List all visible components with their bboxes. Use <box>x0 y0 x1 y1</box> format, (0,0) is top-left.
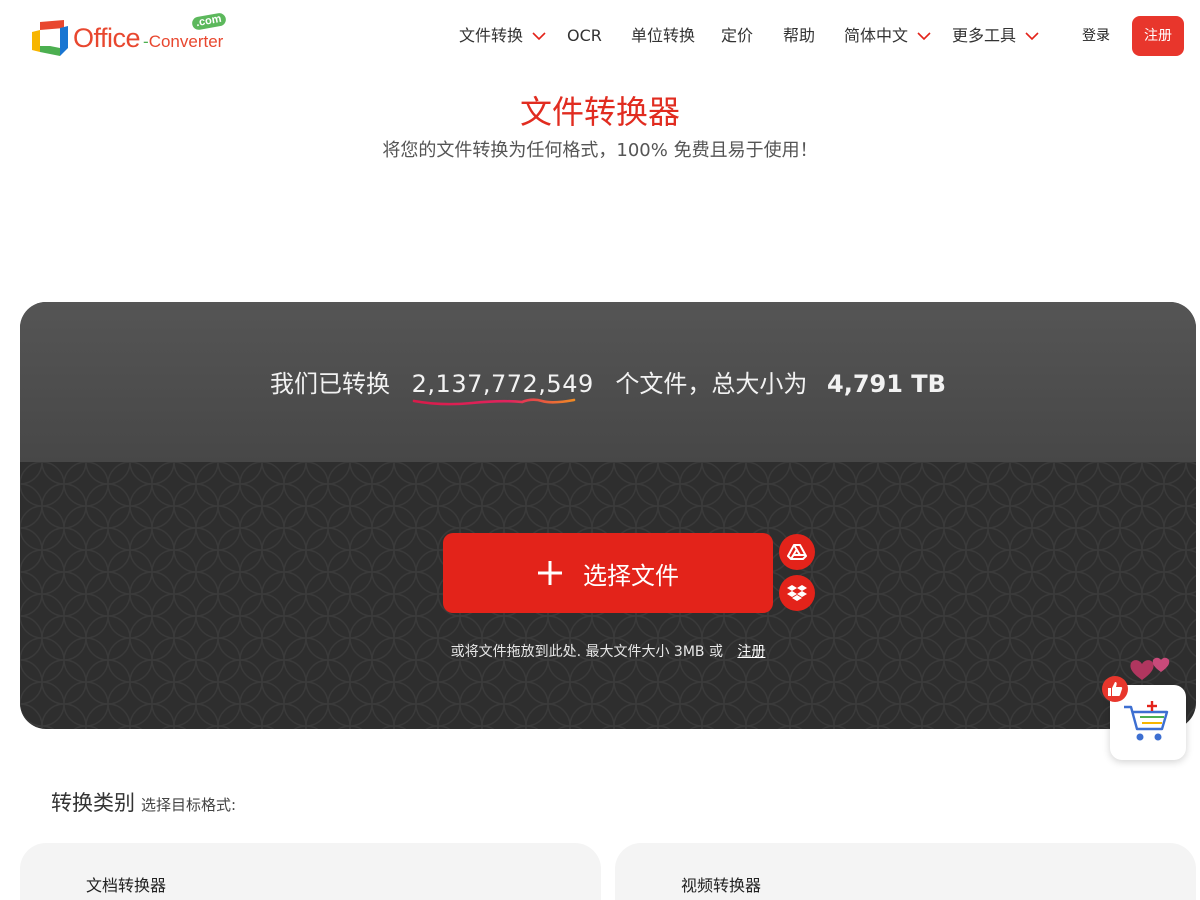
nav-label: 简体中文 <box>844 26 909 45</box>
nav-pricing[interactable]: 定价 <box>721 27 753 45</box>
nav-file-convert[interactable]: 文件转换 <box>459 27 546 45</box>
shopping-cart-icon <box>1124 701 1169 741</box>
nav-label: 更多工具 <box>952 26 1017 45</box>
chevron-down-icon <box>1025 31 1039 40</box>
logo-converter-text: Converter <box>148 31 224 51</box>
stats-prefix: 我们已转换 <box>270 370 391 398</box>
squiggle-underline <box>412 398 575 406</box>
conversion-stats: 我们已转换 2,137,772,549 个文件，总大小为 4,791 TB <box>20 368 1196 406</box>
nav-label: 帮助 <box>783 26 816 45</box>
nav-label: 定价 <box>721 26 754 45</box>
site-header: Office -Converter .com 文件转换 OCR 单位转换 定价 … <box>0 0 1200 72</box>
plus-icon <box>538 561 562 585</box>
register-link[interactable]: 注册 <box>737 644 765 660</box>
nav-label: 文件转换 <box>459 26 524 45</box>
total-size: 4,791 TB <box>827 370 946 398</box>
nav-label: OCR <box>567 26 602 45</box>
like-badge <box>1102 676 1128 702</box>
thumbs-up-icon <box>1108 682 1123 696</box>
nav-help[interactable]: 帮助 <box>783 27 815 45</box>
logo-wordmark: Office -Converter .com <box>73 11 227 54</box>
logo-word-office: Office <box>73 22 141 53</box>
categories-subtitle: 选择目标格式: <box>141 796 237 814</box>
files-count: 2,137,772,549 <box>412 368 594 406</box>
categories-title: 转换类别 <box>51 791 135 815</box>
category-card-document[interactable]: 文档转换器 <box>20 843 601 900</box>
hearts-icon <box>1130 657 1170 680</box>
nav-unit-convert[interactable]: 单位转换 <box>631 27 695 45</box>
category-card-label: 文档转换器 <box>86 876 167 895</box>
category-card-video[interactable]: 视频转换器 <box>615 843 1196 900</box>
page-subtitle: 将您的文件转换为任何格式，100% 免费且易于使用！ <box>382 140 818 161</box>
logo-word-converter: -Converter <box>143 32 223 52</box>
chevron-down-icon <box>917 31 931 40</box>
dropbox-button[interactable] <box>779 575 815 611</box>
login-button[interactable]: 登录 <box>1073 26 1119 46</box>
drop-hint-text: 或将文件拖放到此处. 最大文件大小 3MB 或 <box>450 644 723 660</box>
logo-com-badge: .com <box>190 11 227 31</box>
drop-hint: 或将文件拖放到此处. 最大文件大小 3MB 或 注册 <box>20 642 1196 662</box>
stats-middle: 个文件，总大小为 <box>615 370 808 398</box>
choose-file-label: 选择文件 <box>583 561 679 590</box>
chevron-down-icon <box>532 31 546 40</box>
categories-heading: 转换类别 选择目标格式: <box>51 787 236 815</box>
google-drive-button[interactable] <box>779 534 815 570</box>
category-card-label: 视频转换器 <box>681 876 762 895</box>
logo-cube-icon <box>32 20 68 56</box>
choose-file-button[interactable]: 选择文件 <box>443 533 773 613</box>
nav-label: 单位转换 <box>631 26 696 45</box>
nav-ocr[interactable]: OCR <box>567 27 602 45</box>
converter-panel: 我们已转换 2,137,772,549 个文件，总大小为 4,791 TB 选择… <box>20 302 1196 729</box>
signup-button[interactable]: 注册 <box>1132 16 1184 56</box>
nav-more-tools[interactable]: 更多工具 <box>952 27 1039 45</box>
nav-language[interactable]: 简体中文 <box>844 27 931 45</box>
page-title: 文件转换器 <box>519 93 680 131</box>
google-drive-icon <box>787 544 807 560</box>
dropbox-icon <box>787 585 807 601</box>
site-logo[interactable]: Office -Converter .com <box>30 11 227 58</box>
